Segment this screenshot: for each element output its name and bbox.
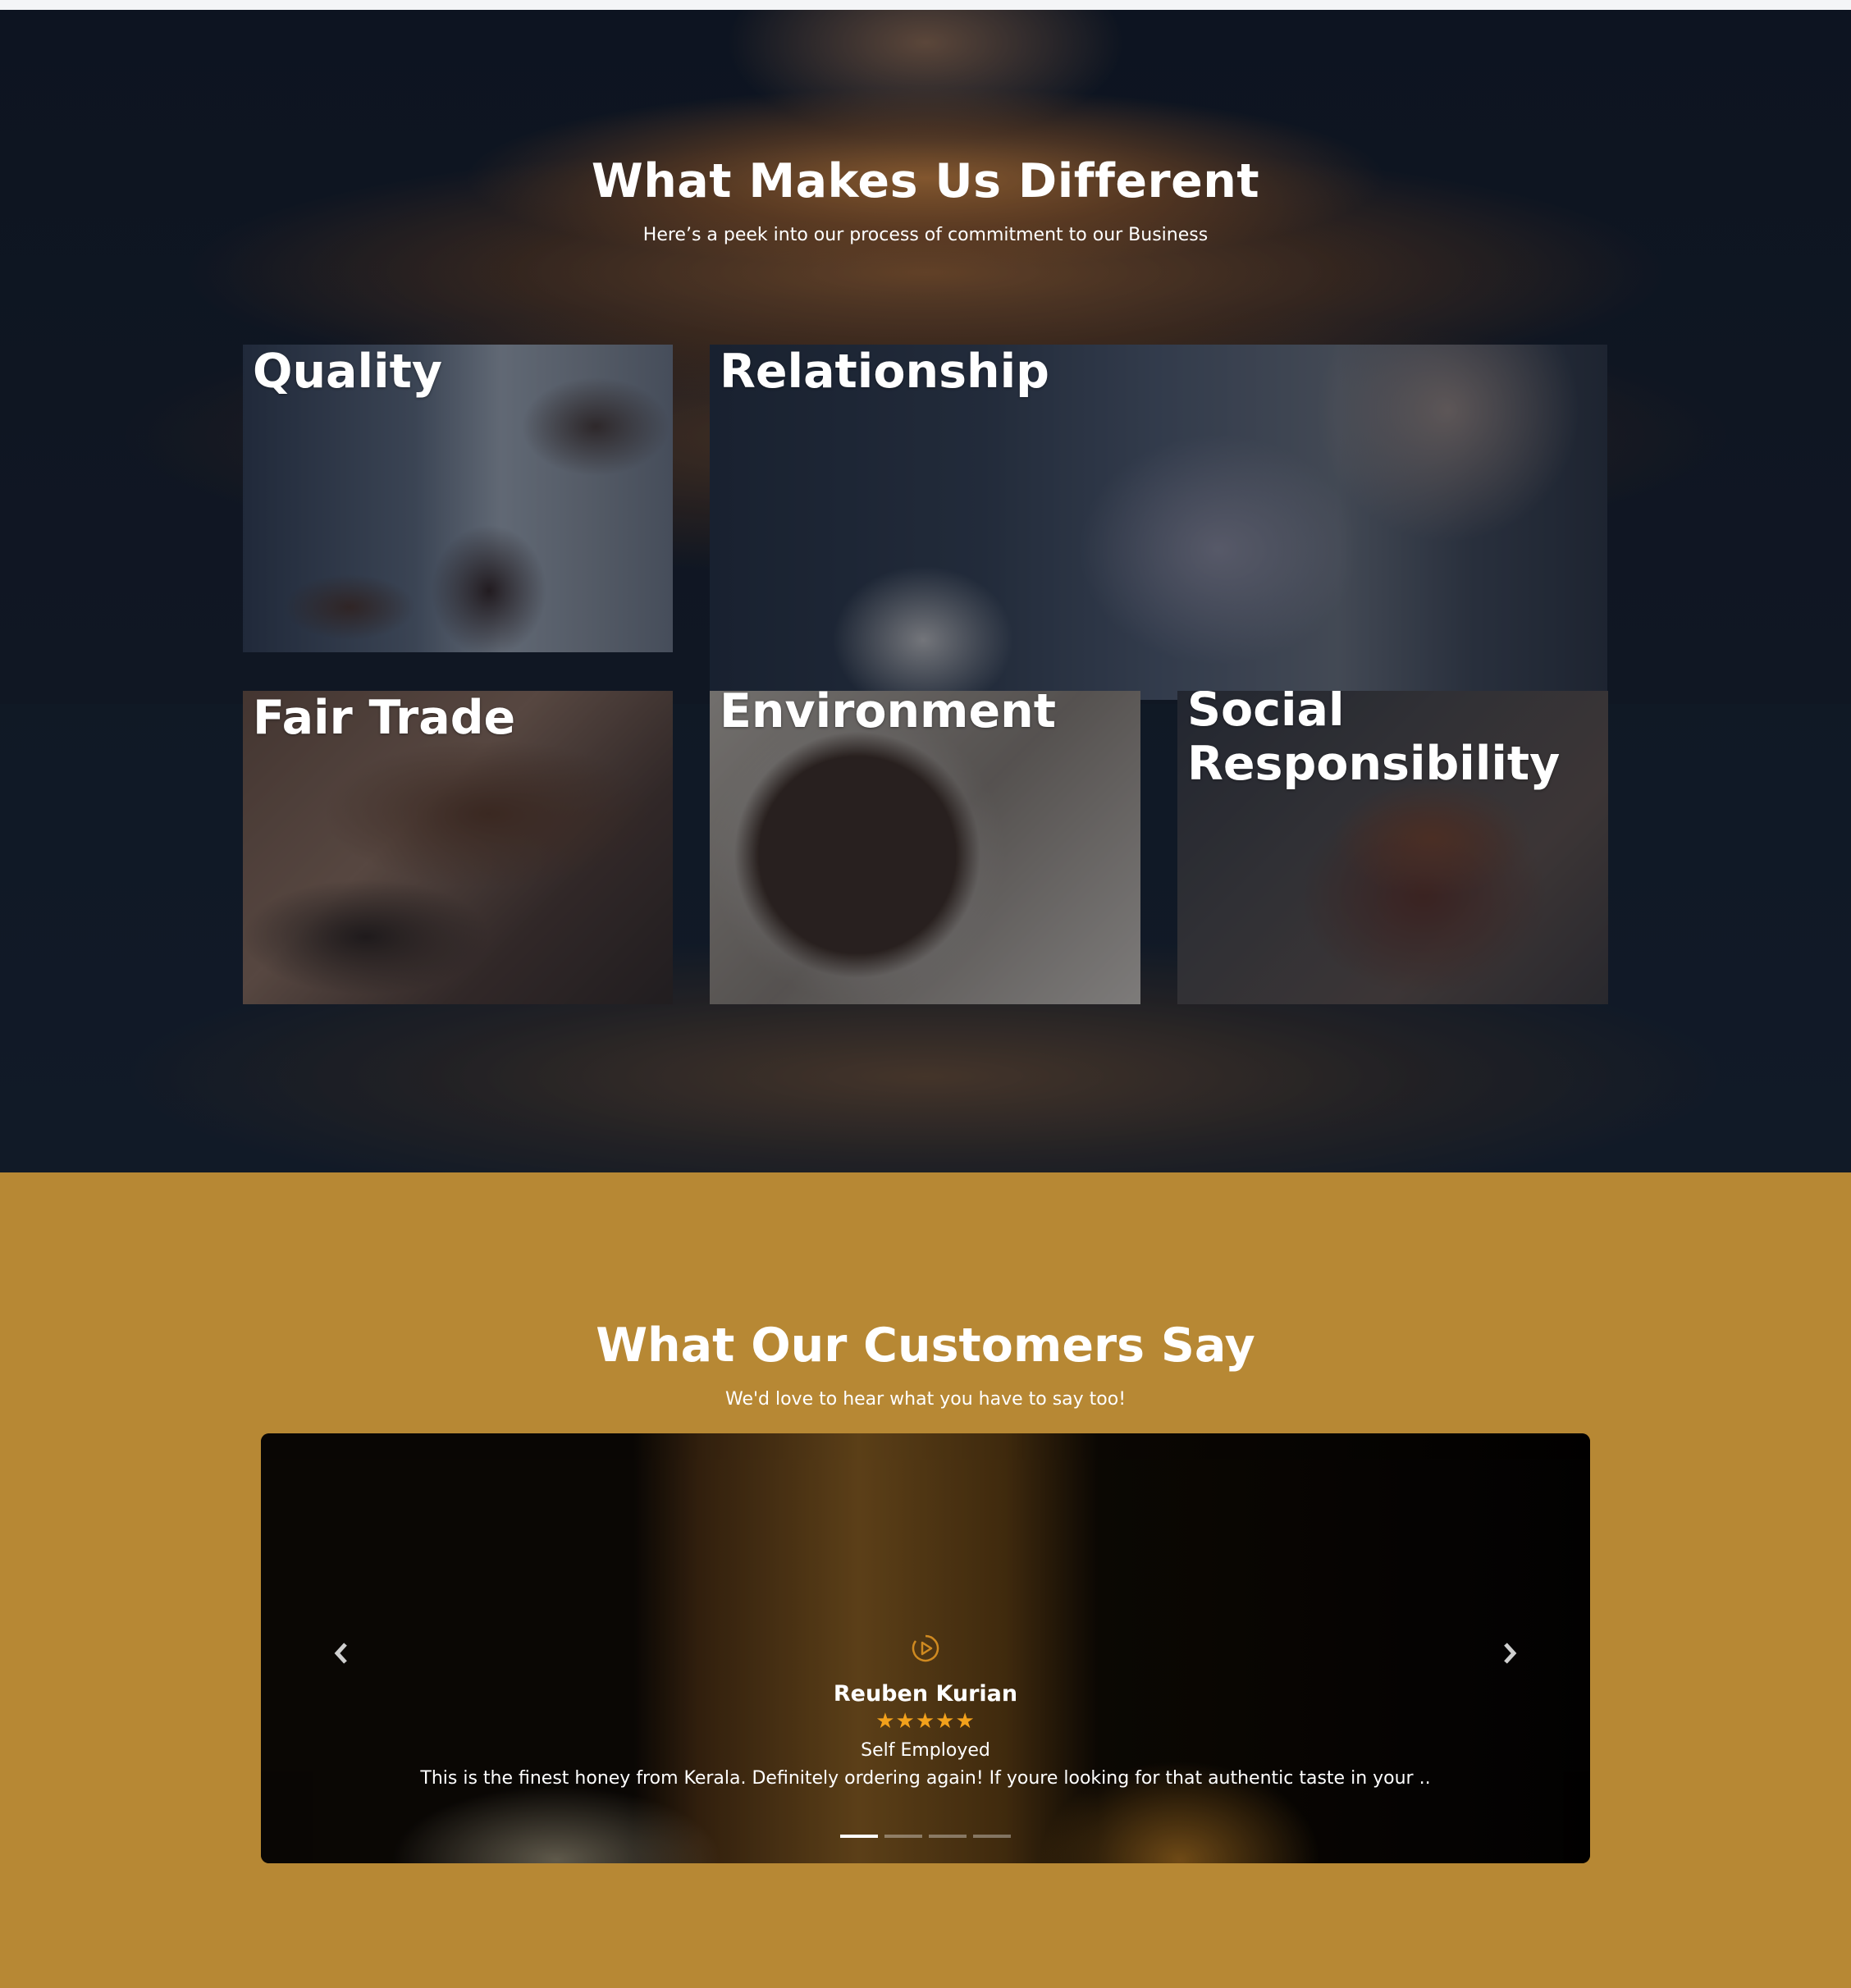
section-subtitle: We'd love to hear what you have to say t… [724, 1389, 1127, 1410]
card-label: Environment [720, 691, 1056, 738]
carousel-dot[interactable] [884, 1835, 922, 1838]
section-title: What Makes Us Different [591, 154, 1260, 208]
card-fair-trade[interactable]: Fair Trade [243, 691, 673, 1004]
reviewer-role: Self Employed [861, 1740, 990, 1761]
chevron-left-icon [334, 1643, 347, 1664]
testimonials-section: What Our Customers Say We'd love to hear… [0, 1172, 1851, 1988]
card-social-responsibility[interactable]: Social Responsibility [1177, 691, 1608, 1004]
chevron-right-icon [1504, 1643, 1517, 1664]
carousel-indicators [840, 1835, 1011, 1838]
card-relationship[interactable]: Relationship [710, 345, 1607, 700]
reviewer-name: Reuben Kurian [833, 1681, 1018, 1707]
previous-slide-button[interactable] [331, 1638, 351, 1668]
card-label: Relationship [720, 345, 1049, 399]
carousel-dot[interactable] [840, 1835, 878, 1838]
next-slide-button[interactable] [1500, 1638, 1520, 1668]
star-rating: ★★★★★ [875, 1709, 976, 1734]
card-label: Quality [253, 345, 442, 399]
card-environment[interactable]: Environment [710, 691, 1140, 1004]
card-label: Fair Trade [253, 691, 516, 745]
section-subtitle: Here’s a peek into our process of commit… [642, 225, 1209, 245]
section-title: What Our Customers Say [596, 1318, 1255, 1373]
carousel-dot[interactable] [973, 1835, 1011, 1838]
testimonial-carousel[interactable]: Reuben Kurian ★★★★★ Self Employed This i… [261, 1433, 1590, 1863]
review-text: This is the finest honey from Kerala. De… [420, 1768, 1431, 1789]
top-bar [0, 0, 1851, 10]
card-quality[interactable]: Quality [243, 345, 673, 652]
what-makes-us-different-section: What Makes Us Different Here’s a peek in… [0, 10, 1851, 1172]
play-icon[interactable] [911, 1634, 940, 1663]
carousel-dot[interactable] [929, 1835, 967, 1838]
card-label: Social Responsibility [1187, 691, 1561, 791]
